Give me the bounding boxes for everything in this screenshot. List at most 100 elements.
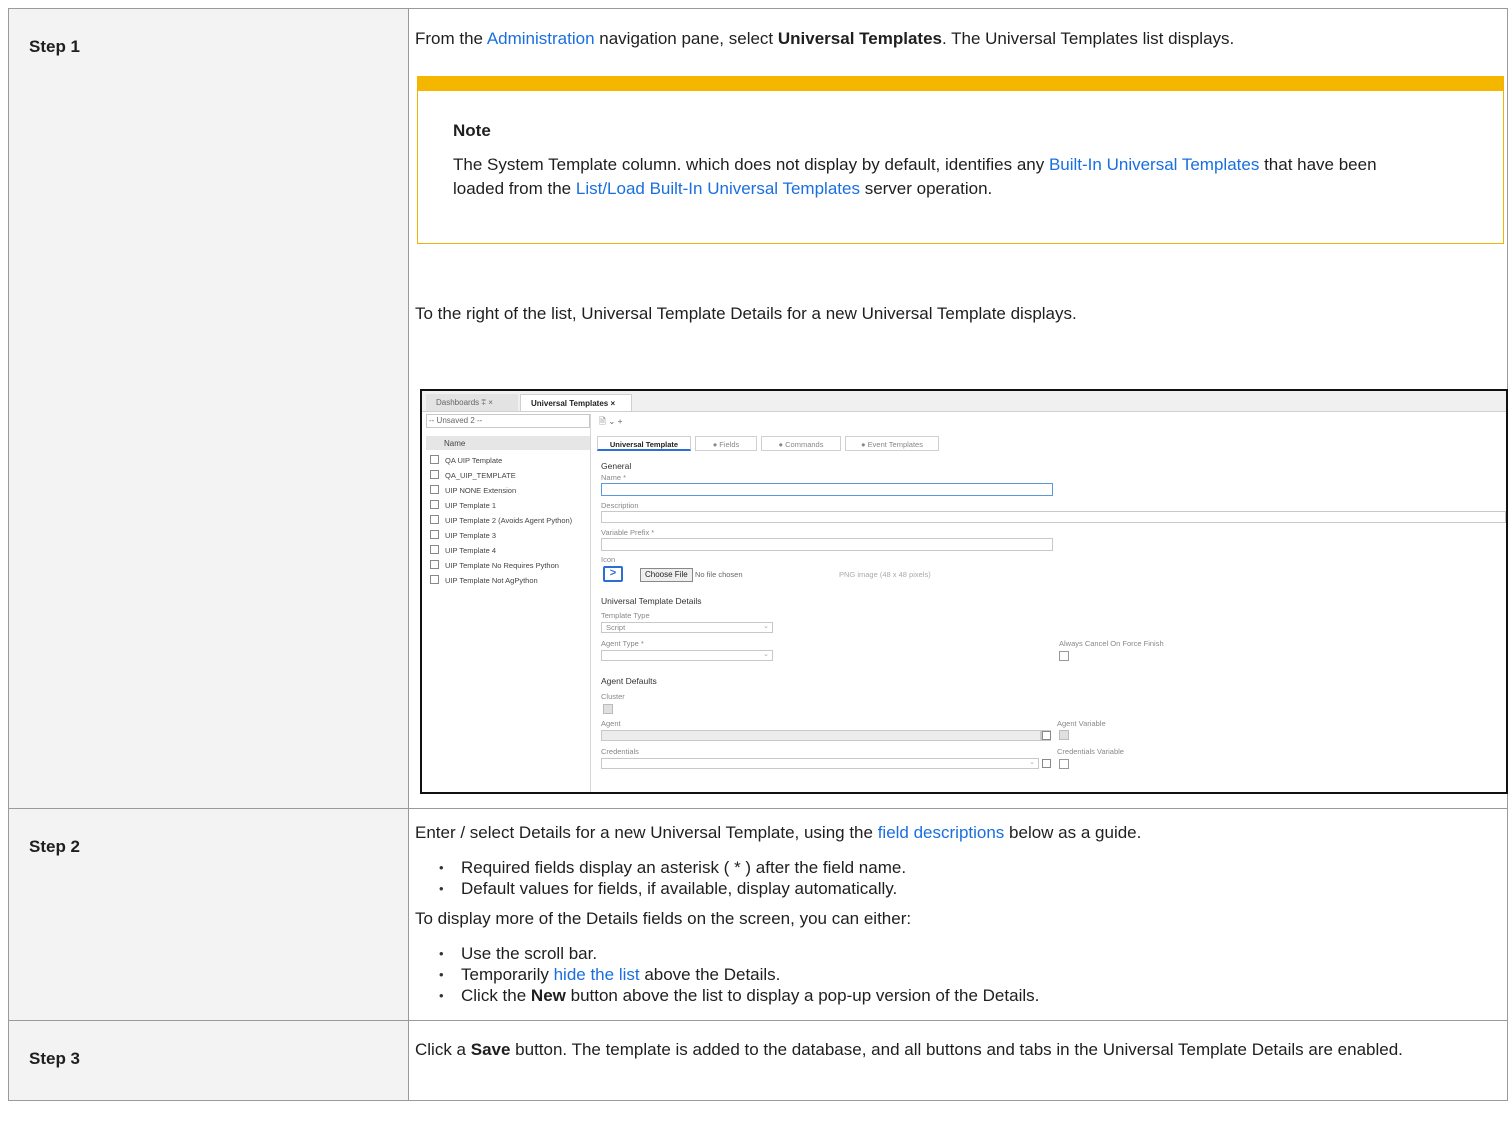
agent-lookup-icon[interactable] [1042, 731, 1051, 740]
agent-input[interactable] [601, 730, 1041, 741]
list-item[interactable]: UIP Template 2 (Avoids Agent Python) [430, 515, 572, 525]
no-file-chosen-text: No file chosen [695, 570, 743, 579]
tab-event-templates[interactable]: ● Event Templates [845, 436, 939, 451]
template-icon [430, 575, 439, 584]
note-text-3: server operation. [860, 179, 992, 198]
template-details-pane: 🗎 ⌄ + Universal Template ● Fields ● Comm… [597, 414, 1506, 792]
agent-defaults-title: Agent Defaults [601, 676, 657, 686]
name-input[interactable] [601, 483, 1053, 496]
choose-file-button[interactable]: Choose File [640, 568, 693, 582]
description-input[interactable] [601, 511, 1506, 523]
step-3-content: Click a Save button. The template is add… [409, 1021, 1508, 1101]
list-item[interactable]: UIP NONE Extension [430, 485, 516, 495]
png-hint: PNG image (48 x 48 pixels) [839, 570, 931, 579]
list-header[interactable]: Name [426, 436, 590, 450]
filter-select[interactable]: -- Unsaved 2 -- [426, 414, 590, 428]
general-section-title: General [601, 461, 631, 471]
step-2-row: Step 2 Enter / select Details for a new … [9, 809, 1508, 1021]
agent-variable-label: Agent Variable [1057, 719, 1106, 728]
tab-universal-templates[interactable]: Universal Templates × [520, 394, 632, 411]
name-label: Name * [601, 473, 626, 482]
template-icon [430, 545, 439, 554]
agent-variable-checkbox[interactable] [1059, 730, 1069, 740]
step-3-row: Step 3 Click a Save button. The template… [9, 1021, 1508, 1101]
list-item-label: QA_UIP_TEMPLATE [445, 471, 516, 480]
list-item-label: UIP NONE Extension [445, 486, 516, 495]
variable-prefix-input[interactable] [601, 538, 1053, 551]
credentials-variable-checkbox[interactable] [1059, 759, 1069, 769]
field-descriptions-link[interactable]: field descriptions [878, 823, 1005, 842]
screenshot-tab-bar: Dashboards ⩱ × Universal Templates × [422, 391, 1506, 412]
terminal-icon: > [603, 566, 623, 582]
list-item[interactable]: QA UIP Template [430, 455, 502, 465]
template-type-select[interactable]: Script ⌄ [601, 622, 773, 633]
template-icon [430, 455, 439, 464]
list-item-label: UIP Template 1 [445, 501, 496, 510]
list-item[interactable]: UIP Template 1 [430, 500, 496, 510]
always-cancel-checkbox[interactable] [1059, 651, 1069, 661]
step-2-label-cell: Step 2 [9, 809, 409, 1021]
description-label: Description [601, 501, 639, 510]
icon-label: Icon [601, 555, 615, 564]
list-item[interactable]: UIP Template Not AgPython [430, 575, 538, 585]
template-type-label: Template Type [601, 611, 650, 620]
step-2-intro: Enter / select Details for a new Univers… [409, 809, 1507, 851]
agent-type-select[interactable]: ⌄ [601, 650, 773, 661]
template-icon [430, 485, 439, 494]
agent-label: Agent [601, 719, 621, 728]
cluster-label: Cluster [601, 692, 625, 701]
chevron-down-icon: ⌄ [763, 622, 769, 630]
step-3-text-1: Click a [415, 1040, 471, 1059]
template-icon [430, 500, 439, 509]
list-item[interactable]: UIP Template 4 [430, 545, 496, 555]
step-1-intro-text-3: . The Universal Templates list displays. [942, 29, 1234, 48]
documentation-page: Step 1 From the Administration navigatio… [0, 0, 1511, 1144]
step-2-bullets-2: Use the scroll bar. Temporarily hide the… [409, 943, 1507, 1006]
save-toolbar[interactable]: 🗎 ⌄ + [599, 416, 623, 430]
credentials-select[interactable]: ⌄ [601, 758, 1039, 769]
hide-the-list-link[interactable]: hide the list [554, 965, 640, 984]
template-type-value: Script [606, 623, 625, 632]
step-1-intro-text: From the [415, 29, 487, 48]
tab-fields[interactable]: ● Fields [695, 436, 757, 451]
name-column-header[interactable]: Name [444, 439, 465, 448]
list-item[interactable]: QA_UIP_TEMPLATE [430, 470, 516, 480]
list-item-label: UIP Template 4 [445, 546, 496, 555]
step-2-content: Enter / select Details for a new Univers… [409, 809, 1508, 1021]
note-body: The System Template column. which does n… [453, 153, 1413, 201]
tab-universal-template[interactable]: Universal Template [597, 436, 691, 451]
note-box: Note The System Template column. which d… [417, 76, 1504, 244]
credentials-lookup-icon[interactable] [1042, 759, 1051, 768]
variable-prefix-label: Variable Prefix * [601, 528, 654, 537]
bullet-text: Click the [461, 986, 531, 1005]
step-2-bullets-1: Required fields display an asterisk ( * … [409, 857, 1507, 899]
details-section-title: Universal Template Details [601, 596, 701, 606]
credentials-label: Credentials [601, 747, 639, 756]
bullet-text-2: above the Details. [640, 965, 781, 984]
administration-link[interactable]: Administration [487, 29, 595, 48]
list-item: Temporarily hide the list above the Deta… [409, 964, 1507, 985]
bullet-text: Temporarily [461, 965, 554, 984]
step-1-after: To the right of the list, Universal Temp… [409, 244, 1507, 326]
chevron-down-icon: ⌄ [1029, 758, 1035, 766]
list-item[interactable]: UIP Template 3 [430, 530, 496, 540]
step-2-middle: To display more of the Details fields on… [409, 899, 1507, 937]
bullet-text-2: button above the list to display a pop-u… [566, 986, 1039, 1005]
list-item[interactable]: UIP Template No Requires Python [430, 560, 559, 570]
always-cancel-label: Always Cancel On Force Finish [1059, 639, 1164, 648]
built-in-universal-templates-link[interactable]: Built-In Universal Templates [1049, 155, 1259, 174]
list-load-built-in-link[interactable]: List/Load Built-In Universal Templates [576, 179, 860, 198]
note-text: The System Template column. which does n… [453, 155, 1049, 174]
cluster-checkbox[interactable] [603, 704, 613, 714]
template-icon [430, 530, 439, 539]
step-1-intro: From the Administration navigation pane,… [409, 9, 1507, 51]
step-2-intro-text-2: below as a guide. [1004, 823, 1141, 842]
step-1-intro-text-2: navigation pane, select [595, 29, 778, 48]
tab-commands[interactable]: ● Commands [761, 436, 841, 451]
tab-dashboards[interactable]: Dashboards ⩱ × [426, 394, 518, 411]
step-3-text: Click a Save button. The template is add… [409, 1021, 1507, 1062]
chevron-down-icon: ⌄ [763, 650, 769, 658]
list-item-label: QA UIP Template [445, 456, 502, 465]
step-2-intro-text: Enter / select Details for a new Univers… [415, 823, 878, 842]
list-item-label: UIP Template Not AgPython [445, 576, 538, 585]
